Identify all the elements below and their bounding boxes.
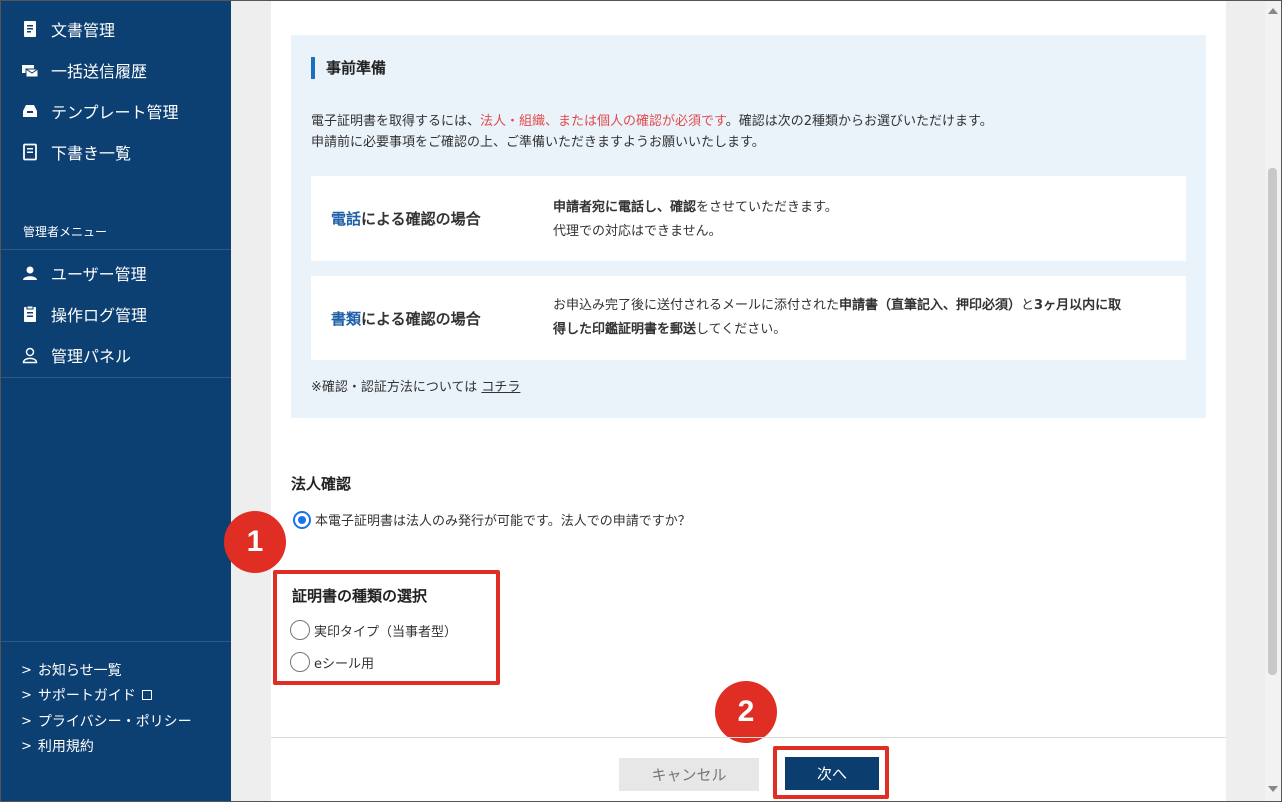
admin-menu-heading: 管理者メニュー [23, 225, 108, 239]
next-button[interactable]: 次へ [785, 757, 879, 790]
bold-text: 申請者宛に電話し、確認 [553, 200, 697, 215]
chevron-right-icon: > [21, 713, 32, 729]
corporate-confirm-radio[interactable] [293, 510, 311, 529]
footer-link-label: プライバシー・ポリシー [37, 714, 192, 730]
user-icon [23, 266, 37, 280]
bold-text: 申請書（直筆記入、押印必須） [839, 298, 1022, 313]
sidebar-item-label: 管理パネル [51, 347, 132, 366]
document-verification-title: 書類による確認の場合 [331, 308, 481, 329]
admin-panel-icon [22, 347, 38, 364]
text-segment: 代理での対応はできません。 [553, 224, 722, 239]
sidebar-item-label: ユーザー管理 [51, 265, 147, 284]
sidebar-item-label: 一括送信履歴 [51, 62, 148, 81]
title-rest: による確認の場合 [361, 310, 481, 328]
preparation-text-line2: 申請前に必要事項をご確認の上、ご準備いただきますようお願いいたします。 [311, 135, 765, 150]
scrollbar-thumb[interactable] [1268, 168, 1277, 675]
step-2-badge: 2 [715, 681, 777, 743]
footer-link-news[interactable]: > お知らせ一覧 [21, 660, 122, 680]
step-1-badge: 1 [224, 511, 286, 573]
sidebar-item-templates[interactable]: テンプレート管理 [1, 93, 231, 129]
corporate-confirm-option[interactable]: 本電子証明書は法人のみ発行が可能です。法人での申請ですか？ [293, 510, 691, 529]
cert-type-heading: 証明書の種類の選択 [292, 587, 428, 605]
sidebar-item-drafts[interactable]: 下書き一覧 [1, 134, 231, 170]
radio-label: 実印タイプ（当事者型） [314, 624, 458, 640]
cancel-button[interactable]: キャンセル [619, 758, 759, 791]
draft-icon [23, 143, 37, 161]
batch-send-icon [22, 65, 39, 78]
sidebar-item-logs[interactable]: 操作ログ管理 [1, 296, 231, 332]
footer-divider [271, 737, 1226, 738]
sidebar-item-label: 文書管理 [51, 21, 116, 40]
sidebar-item-label: 下書き一覧 [51, 144, 132, 163]
text-segment: をさせていただきます。 [696, 200, 838, 215]
text-segment: お申込み完了後に送付されるメールに添付された [553, 298, 840, 313]
scroll-down-arrow-icon[interactable] [1268, 786, 1278, 792]
footer-link-label: お知らせ一覧 [37, 663, 122, 679]
corporate-verification-heading: 法人確認 [291, 475, 352, 493]
bold-text: 得した印鑑証明書を郵送 [553, 322, 697, 337]
scroll-up-arrow-icon[interactable] [1268, 8, 1278, 14]
sidebar-item-users[interactable]: ユーザー管理 [1, 255, 231, 291]
footer-link-label: 利用規約 [37, 739, 94, 755]
footer-link-privacy[interactable]: > プライバシー・ポリシー [21, 711, 192, 731]
verification-method-link[interactable]: コチラ [481, 380, 520, 395]
text-segment: 電子証明書を取得するには、 [311, 114, 481, 129]
chevron-right-icon: > [21, 662, 32, 678]
note-text: ※確認・認証方法については [311, 380, 478, 395]
document-verification-description: お申込み完了後に送付されるメールに添付された申請書（直筆記入、押印必須）と3ヶ月… [553, 294, 1121, 342]
cert-type-radio-jitsuin[interactable] [290, 620, 310, 640]
text-segment: 。確認は次の2種類からお選びいただけます。 [725, 114, 993, 129]
bold-text: 3ヶ月以内に取 [1034, 298, 1122, 313]
title-keyword: 書類 [331, 310, 362, 328]
text-segment: と [1021, 298, 1035, 313]
verification-note: ※確認・認証方法については コチラ [311, 376, 520, 395]
document-icon [24, 21, 36, 37]
required-highlight: 法人・組織、または個人の確認が必須です [480, 114, 726, 129]
sidebar-item-documents[interactable]: 文書管理 [1, 11, 231, 47]
text-segment: してください。 [696, 322, 787, 337]
cert-type-option-eseal[interactable]: eシール用 [290, 652, 374, 672]
sidebar-item-label: テンプレート管理 [51, 103, 179, 122]
external-link-icon [141, 690, 152, 700]
chevron-right-icon: > [21, 738, 32, 754]
footer-link-terms[interactable]: > 利用規約 [21, 736, 94, 756]
preparation-text-line1: 電子証明書を取得するには、法人・組織、または個人の確認が必須です。確認は次の2種… [311, 110, 993, 129]
radio-label: eシール用 [314, 656, 374, 672]
cert-type-option-jitsuin[interactable]: 実印タイプ（当事者型） [290, 620, 457, 640]
preparation-title: 事前準備 [311, 57, 386, 79]
footer-link-support-guide[interactable]: > サポートガイド [21, 685, 152, 705]
log-icon [24, 305, 36, 322]
cert-type-radio-eseal[interactable] [290, 652, 310, 672]
phone-verification-description: 申請者宛に電話し、確認をさせていただきます。 代理での対応はできません。 [553, 196, 838, 244]
sidebar-divider [1, 249, 231, 250]
sidebar-item-admin-panel[interactable]: 管理パネル [1, 337, 231, 373]
sidebar-divider [1, 641, 231, 642]
title-rest: による確認の場合 [361, 210, 481, 228]
sidebar-item-batch-history[interactable]: 一括送信履歴 [1, 52, 231, 88]
sidebar: 文書管理 一括送信履歴 テンプレート管理 下書き一覧 管理者メニュー ユーザー管… [1, 1, 231, 801]
footer-link-label: サポートガイド [37, 688, 136, 704]
radio-label: 本電子証明書は法人のみ発行が可能です。法人での申請ですか？ [315, 514, 691, 529]
phone-verification-title: 電話による確認の場合 [331, 208, 481, 229]
sidebar-item-label: 操作ログ管理 [51, 306, 148, 325]
sidebar-divider [1, 377, 231, 378]
phone-verification-card: 電話による確認の場合 申請者宛に電話し、確認をさせていただきます。 代理での対応… [311, 176, 1186, 261]
chevron-right-icon: > [21, 687, 32, 703]
template-icon [23, 105, 37, 117]
title-keyword: 電話 [331, 210, 362, 228]
document-verification-card: 書類による確認の場合 お申込み完了後に送付されるメールに添付された申請書（直筆記… [311, 276, 1186, 360]
